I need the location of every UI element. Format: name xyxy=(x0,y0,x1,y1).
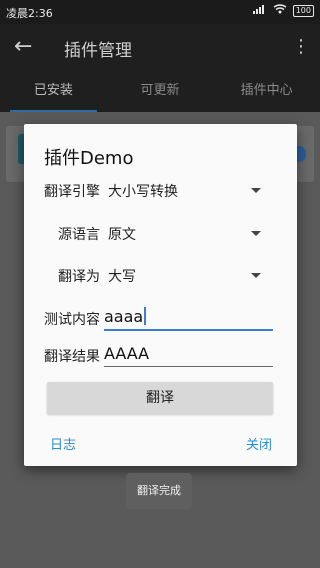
target-language-value: 大写 xyxy=(108,269,136,285)
test-content-input[interactable]: aaaa xyxy=(104,307,273,331)
text-cursor xyxy=(144,307,147,325)
more-vert-icon[interactable]: ⋮ xyxy=(292,36,310,57)
arrow-left-icon[interactable]: ← xyxy=(14,34,32,59)
chevron-down-icon xyxy=(251,273,261,278)
wifi-icon xyxy=(273,4,287,17)
chevron-down-icon xyxy=(251,188,261,193)
chevron-down-icon xyxy=(251,231,261,236)
status-time: 凌晨2:36 xyxy=(6,7,53,20)
test-content-row: 测试内容 aaaa xyxy=(44,307,294,331)
source-language-select[interactable]: 源语言 原文 xyxy=(44,222,284,246)
close-button[interactable]: 关闭 xyxy=(246,434,272,453)
result-value: AAAA xyxy=(104,344,150,363)
result-field[interactable]: AAAA xyxy=(104,344,273,367)
battery-icon: 100 xyxy=(292,4,314,17)
engine-value: 大小写转换 xyxy=(108,184,178,200)
tab-installed[interactable]: 已安装 xyxy=(0,70,107,112)
toast-message: 翻译完成 xyxy=(126,473,192,509)
source-language-value: 原文 xyxy=(108,227,136,243)
tab-updatable[interactable]: 可更新 xyxy=(107,70,214,112)
page-title: 插件管理 xyxy=(64,41,132,61)
dialog-title: 插件Demo xyxy=(44,148,134,169)
result-label: 翻译结果 xyxy=(44,349,100,365)
source-language-label: 源语言 xyxy=(58,227,100,243)
log-button[interactable]: 日志 xyxy=(50,434,76,453)
status-bar: 凌晨2:36 100 xyxy=(0,0,320,24)
translate-button[interactable]: 翻译 xyxy=(47,382,273,414)
status-icons: 100 xyxy=(252,4,314,17)
result-row: 翻译结果 AAAA xyxy=(44,344,294,368)
signal-bars-icon xyxy=(252,4,267,17)
target-language-label: 翻译为 xyxy=(58,269,100,285)
test-content-label: 测试内容 xyxy=(44,312,100,328)
engine-label: 翻译引擎 xyxy=(44,184,100,200)
tab-bar: 已安装 可更新 插件中心 xyxy=(0,70,320,112)
target-language-select[interactable]: 翻译为 大写 xyxy=(44,264,284,288)
plugin-dialog: 插件Demo 翻译引擎 大小写转换 源语言 原文 翻译为 大写 测试内容 aaa… xyxy=(24,124,297,466)
app-bar: ← 插件管理 ⋮ xyxy=(0,24,320,70)
engine-select[interactable]: 翻译引擎 大小写转换 xyxy=(44,179,284,203)
test-content-value: aaaa xyxy=(104,307,144,326)
tab-plugin-center[interactable]: 插件中心 xyxy=(213,70,320,112)
